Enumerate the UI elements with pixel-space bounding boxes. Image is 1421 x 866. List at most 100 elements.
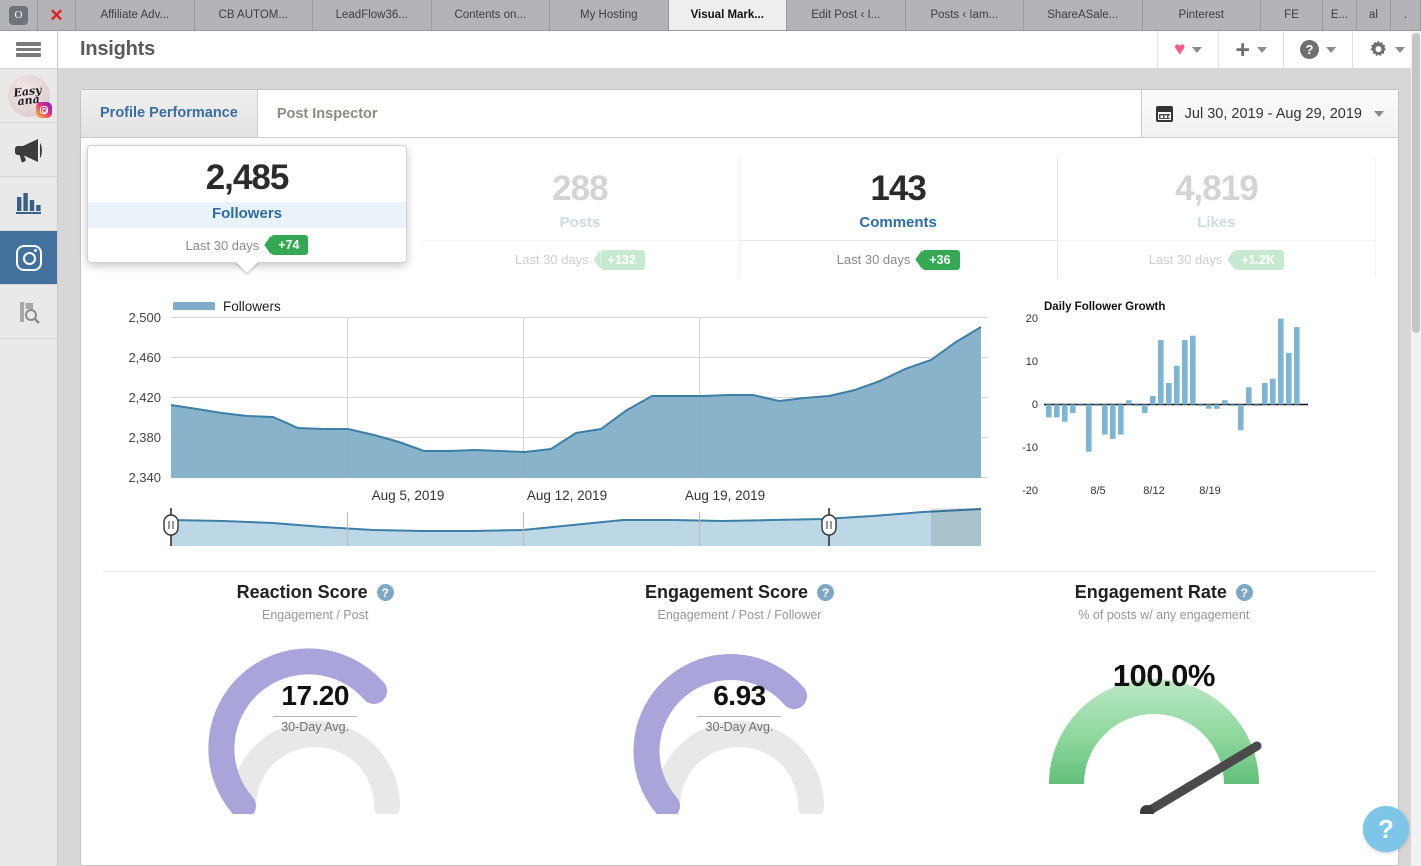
browser-tab-label: Contents on... [454, 9, 527, 21]
browser-tab-label: Edit Post ‹ I... [811, 9, 881, 21]
kpi-label: Likes [1197, 213, 1236, 231]
tab-overview-button[interactable]: O [0, 0, 38, 30]
svg-text:Followers: Followers [223, 299, 281, 314]
kpi-delta-badge: +1.2K [1234, 249, 1285, 270]
browser-tab-affiliate[interactable]: Affiliate Adv... [76, 0, 195, 30]
kpi-card-followers-active[interactable]: 2,485 Followers Last 30 days +74 [87, 145, 407, 273]
chevron-down-icon [1374, 110, 1384, 117]
browser-tab-editpost[interactable]: Edit Post ‹ I... [787, 0, 906, 30]
kpi-card-likes[interactable]: 4,819 Likes Last 30 days +1.2K [1057, 158, 1376, 278]
page-scrollbar[interactable] [1411, 31, 1421, 866]
date-range-label: Jul 30, 2019 - Aug 29, 2019 [1184, 105, 1362, 122]
help-fab-button[interactable]: ? [1363, 806, 1409, 852]
question-icon[interactable]: ? [817, 584, 835, 601]
svg-text:Aug 5, 2019: Aug 5, 2019 [372, 488, 445, 503]
gauge-engagement-score: Engagement Score ? Engagement / Post / F… [527, 582, 951, 819]
rail-item-instagram[interactable] [0, 231, 57, 285]
followers-area-chart[interactable]: 2,500 2,460 2,420 2,380 2,340 Followers … [103, 292, 998, 553]
tab-post-inspector[interactable]: Post Inspector [257, 90, 397, 137]
kpi-card-comments[interactable]: 143 Comments Last 30 days +36 [739, 158, 1058, 278]
gauge-subtitle: Engagement / Post / Follower [657, 608, 822, 622]
hamburger-icon [16, 40, 41, 59]
rail-item-publish[interactable] [0, 123, 57, 177]
svg-text:8/5: 8/5 [1090, 485, 1105, 497]
kpi-delta-badge: +74 [271, 235, 309, 255]
kpi-strip: 288 Posts Last 30 days +132 143 Comments [87, 145, 1376, 278]
kpi-label: Followers [88, 202, 406, 228]
svg-text:Aug 19, 2019: Aug 19, 2019 [685, 488, 765, 503]
chart-title: Daily Follower Growth [1044, 301, 1165, 313]
date-range-picker[interactable]: Jul 30, 2019 - Aug 29, 2019 [1140, 90, 1398, 137]
question-icon: ? [1378, 813, 1394, 844]
content-canvas: Profile Performance Post Inspector Jul 3… [58, 69, 1421, 866]
svg-text:2,380: 2,380 [128, 430, 161, 445]
svg-text:8/12: 8/12 [1143, 485, 1164, 497]
browser-tab-leadflow[interactable]: LeadFlow36... [313, 0, 432, 30]
svg-text:20: 20 [1026, 313, 1038, 325]
browser-tab-dot[interactable]: . [1391, 0, 1421, 30]
tab-profile-performance[interactable]: Profile Performance [81, 90, 258, 137]
svg-text:0: 0 [1032, 399, 1038, 411]
chart-navigator[interactable] [103, 508, 998, 548]
svg-text:-20: -20 [1022, 485, 1038, 497]
kpi-delta-badge: +132 [600, 249, 645, 270]
browser-tab-fe[interactable]: FE [1261, 0, 1323, 30]
question-icon: ? [1300, 40, 1319, 59]
calendar-icon [1155, 105, 1173, 122]
browser-tab-shareasale[interactable]: ShareASale... [1024, 0, 1143, 30]
browser-tab-label: . [1403, 9, 1408, 21]
gauge-title-row: Engagement Score ? [527, 582, 951, 603]
daily-follower-growth-chart[interactable]: Daily Follower Growth 20 10 0 -10 -20 8/… [998, 292, 1376, 553]
kpi-label: Comments [859, 213, 937, 231]
kpi-value: 4,819 [1175, 169, 1259, 208]
question-icon[interactable]: ? [1235, 584, 1253, 601]
main-column: Insights ♥ + ? Profile Performance Post … [58, 30, 1421, 866]
browser-tab-label: CB AUTOM... [218, 9, 288, 21]
question-icon[interactable]: ? [376, 584, 394, 601]
svg-text:2,420: 2,420 [128, 390, 161, 405]
close-icon: ✕ [49, 5, 64, 25]
kpi-value: 2,485 [205, 158, 290, 197]
svg-text:2,340: 2,340 [128, 470, 161, 485]
browser-tab-pinterest[interactable]: Pinterest [1142, 0, 1261, 30]
chevron-down-icon [1257, 46, 1267, 53]
score-gauges: Reaction Score ? Engagement / Post 17.20… [81, 582, 1398, 819]
app-window: Easy ana Insights ♥ + ? Profile Performa… [0, 30, 1421, 866]
help-menu-button[interactable]: ? [1283, 30, 1352, 69]
app-bar-actions: ♥ + ? [1157, 30, 1421, 69]
scrollbar-thumb[interactable] [1412, 33, 1420, 333]
kpi-value: 288 [552, 169, 608, 208]
panel-tabs: Profile Performance Post Inspector Jul 3… [81, 90, 1398, 138]
rail-item-inspector[interactable] [0, 285, 57, 339]
y-axis-labels: 20 10 0 -10 -20 [1022, 313, 1038, 497]
instagram-badge-icon [35, 101, 52, 118]
browser-tab-al[interactable]: al [1357, 0, 1391, 30]
svg-text:10: 10 [1026, 356, 1038, 368]
kpi-value: 143 [870, 169, 926, 208]
gauge-title: Engagement Score [644, 582, 809, 602]
gauge-caption: 30-Day Avg. [697, 716, 782, 734]
heart-icon: ♥ [1174, 39, 1186, 60]
browser-tab-contents[interactable]: Contents on... [431, 0, 550, 30]
instagram-icon [15, 244, 42, 271]
gauge-subtitle: % of posts w/ any engagement [1078, 608, 1250, 622]
browser-tab-posts[interactable]: Posts ‹ Iam... [905, 0, 1024, 30]
hamburger-menu-button[interactable] [0, 31, 57, 69]
browser-tab-label: My Hosting [579, 9, 638, 21]
browser-tab-e[interactable]: E... [1323, 0, 1357, 30]
chevron-down-icon [1395, 46, 1405, 53]
svg-text:2,500: 2,500 [128, 310, 161, 325]
browser-tab-cbautom[interactable]: CB AUTOM... [194, 0, 313, 30]
kpi-delta-badge: +36 [922, 249, 960, 270]
favorites-menu-button[interactable]: ♥ [1157, 30, 1218, 69]
profile-avatar[interactable]: Easy ana [0, 69, 57, 123]
browser-tab-myhosting[interactable]: My Hosting [550, 0, 669, 30]
add-menu-button[interactable]: + [1218, 30, 1283, 69]
browser-tab-visualmarketing[interactable]: Visual Mark... [668, 0, 787, 30]
tab-overview-icon: O [9, 5, 28, 25]
rail-item-analytics[interactable] [0, 177, 57, 231]
close-tab-button[interactable]: ✕ [38, 0, 76, 30]
gauge-reaction-score: Reaction Score ? Engagement / Post 17.20… [103, 582, 527, 819]
svg-text:-10: -10 [1022, 442, 1038, 454]
kpi-card-posts[interactable]: 288 Posts Last 30 days +132 [421, 158, 740, 278]
